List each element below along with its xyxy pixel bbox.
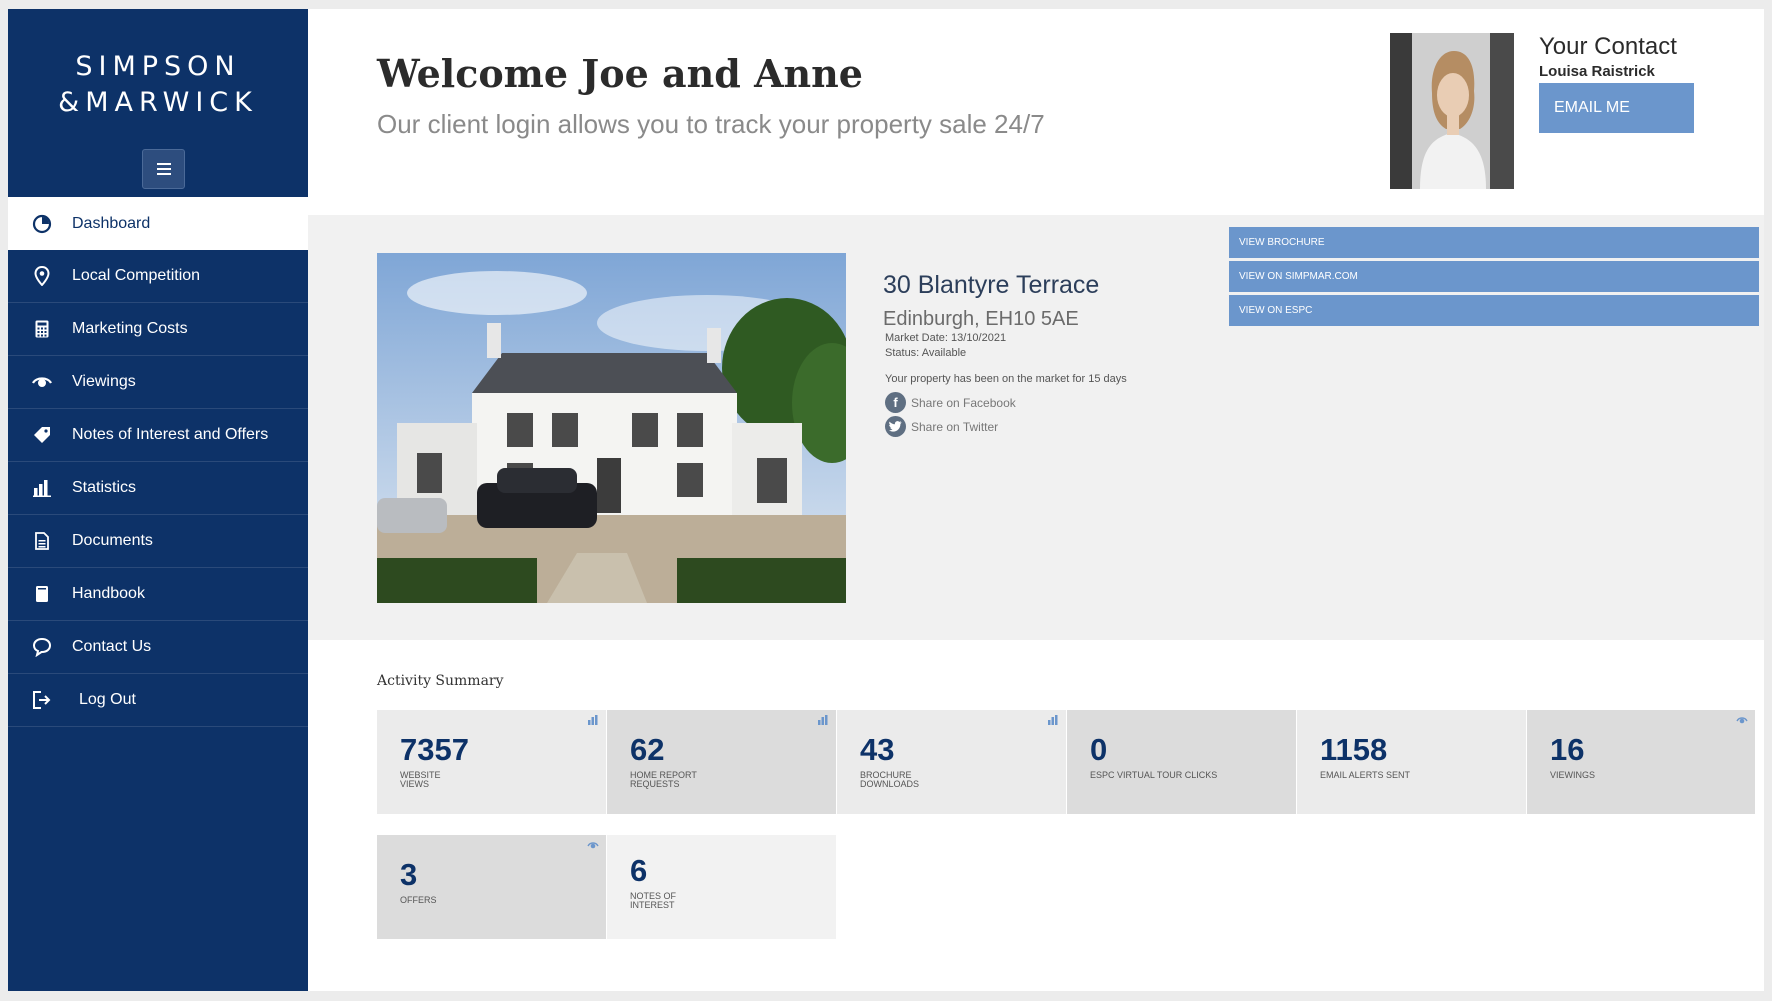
sidebar-item-statistics[interactable]: Statistics	[8, 462, 308, 515]
twitter-icon	[885, 416, 906, 437]
sidebar-item-dashboard[interactable]: Dashboard	[8, 197, 308, 250]
activity-summary: Activity Summary 7357 WEBSITE VIEWS 62 H…	[308, 640, 1764, 991]
stat-label: WEBSITE VIEWS	[400, 770, 441, 789]
stat-notes-of-interest[interactable]: 6 NOTES OF INTEREST	[607, 835, 836, 939]
sidebar-item-label: Documents	[72, 532, 153, 549]
bar-chart-icon	[1048, 715, 1058, 725]
stat-label: EMAIL ALERTS SENT	[1320, 770, 1411, 780]
sidebar-item-handbook[interactable]: Handbook	[8, 568, 308, 621]
menu-toggle-button[interactable]	[142, 149, 185, 189]
sidebar-item-label: Local Competition	[72, 267, 201, 284]
contact-photo	[1390, 33, 1514, 189]
stat-email-alerts-sent[interactable]: 1158 EMAIL ALERTS SENT	[1297, 710, 1526, 814]
stat-value: 0	[1090, 732, 1108, 767]
stat-value: 1158	[1320, 732, 1388, 767]
sidebar-item-contact-us[interactable]: Contact Us	[8, 621, 308, 674]
map-pin-icon	[32, 266, 52, 286]
property-address: 30 Blantyre Terrace	[883, 271, 1100, 299]
facebook-icon: f	[885, 392, 906, 413]
sidebar-item-marketing-costs[interactable]: Marketing Costs	[8, 303, 308, 356]
eye-icon	[32, 372, 52, 392]
market-date: Market Date: 13/10/2021	[885, 332, 1007, 344]
sidebar-item-label: Notes of Interest and Offers	[72, 426, 269, 443]
sidebar-item-label: Marketing Costs	[72, 320, 188, 337]
sidebar-nav: Dashboard Local Competition Marketing Co…	[8, 197, 308, 727]
activity-title: Activity Summary	[377, 673, 504, 689]
view-on-espc-button[interactable]: VIEW ON ESPC	[1229, 295, 1759, 326]
stat-value: 6	[630, 853, 648, 888]
stat-value: 62	[630, 732, 665, 767]
sidebar-item-label: Log Out	[79, 691, 136, 708]
property-city: Edinburgh, EH10 5AE	[883, 308, 1079, 330]
view-on-simpmar-button[interactable]: VIEW ON SIMPMAR.COM	[1229, 261, 1759, 292]
sidebar-item-label: Statistics	[72, 479, 137, 496]
days-on-market: Your property has been on the market for…	[885, 373, 1127, 385]
bar-chart-icon	[588, 715, 598, 725]
contact-title: Your Contact	[1539, 33, 1677, 60]
stat-offers[interactable]: 3 OFFERS	[377, 835, 606, 939]
brand-name: SIMPSON &MARWICK	[8, 49, 308, 121]
stat-brochure-downloads[interactable]: 43 BROCHURE DOWNLOADS	[837, 710, 1066, 814]
view-brochure-button[interactable]: VIEW BROCHURE	[1229, 227, 1759, 258]
stat-value: 16	[1550, 732, 1585, 767]
stat-label: VIEWINGS	[1550, 770, 1596, 780]
eye-icon	[1736, 717, 1748, 724]
header: Welcome Joe and Anne Our client login al…	[308, 9, 1764, 215]
sidebar-item-local-competition[interactable]: Local Competition	[8, 250, 308, 303]
stat-label: ESPC VIRTUAL TOUR CLICKS	[1090, 770, 1218, 780]
page-title: Welcome Joe and Anne	[377, 51, 863, 96]
contact-name: Louisa Raistrick	[1539, 63, 1655, 80]
sidebar-item-label: Viewings	[72, 373, 136, 390]
stat-label: BROCHURE DOWNLOADS	[860, 770, 920, 789]
property-status: Status: Available	[885, 347, 967, 359]
sidebar-item-label: Handbook	[72, 585, 145, 602]
property-panel: 30 Blantyre Terrace Edinburgh, EH10 5AE …	[308, 215, 1764, 640]
bar-chart-icon	[818, 715, 828, 725]
hamburger-icon	[156, 163, 171, 175]
brand-line-1: SIMPSON	[75, 51, 241, 82]
stat-label: OFFERS	[400, 895, 437, 905]
stat-website-views[interactable]: 7357 WEBSITE VIEWS	[377, 710, 606, 814]
sidebar-item-label: Contact Us	[72, 638, 152, 655]
stat-home-report-requests[interactable]: 62 HOME REPORT REQUESTS	[607, 710, 836, 814]
share-twitter-link[interactable]: Share on Twitter	[885, 416, 998, 437]
book-icon	[32, 584, 52, 604]
stat-viewings[interactable]: 16 VIEWINGS	[1527, 710, 1755, 814]
logout-icon	[32, 690, 52, 710]
sidebar-item-notes-offers[interactable]: Notes of Interest and Offers	[8, 409, 308, 462]
share-twitter-label: Share on Twitter	[911, 419, 999, 434]
sidebar-item-viewings[interactable]: Viewings	[8, 356, 308, 409]
dashboard-icon	[32, 214, 52, 234]
eye-icon	[587, 842, 599, 849]
share-facebook-label: Share on Facebook	[911, 395, 1016, 410]
stat-value: 7357	[400, 732, 469, 767]
document-icon	[32, 531, 52, 551]
sidebar: SIMPSON &MARWICK Dashboard Local Competi…	[8, 9, 308, 991]
email-me-button[interactable]: EMAIL ME	[1539, 83, 1694, 133]
sidebar-item-label: Dashboard	[72, 214, 151, 232]
stat-value: 3	[400, 857, 418, 892]
stat-value: 43	[860, 732, 895, 767]
share-facebook-link[interactable]: f Share on Facebook	[885, 392, 1016, 413]
bar-chart-icon	[32, 478, 52, 498]
tag-icon	[32, 425, 52, 445]
speech-bubble-icon	[32, 637, 52, 657]
sidebar-item-log-out[interactable]: Log Out	[8, 674, 308, 727]
stat-label: HOME REPORT REQUESTS	[630, 770, 697, 789]
stat-label: NOTES OF INTEREST	[630, 891, 677, 910]
page-subtitle: Our client login allows you to track you…	[377, 109, 1045, 139]
sidebar-item-documents[interactable]: Documents	[8, 515, 308, 568]
brand-line-2: &MARWICK	[58, 87, 258, 118]
calculator-icon	[32, 319, 52, 339]
stat-espc-virtual-tour-clicks[interactable]: 0 ESPC VIRTUAL TOUR CLICKS	[1067, 710, 1296, 814]
property-photo	[377, 253, 846, 603]
brand-logo[interactable]: SIMPSON &MARWICK	[8, 9, 308, 197]
